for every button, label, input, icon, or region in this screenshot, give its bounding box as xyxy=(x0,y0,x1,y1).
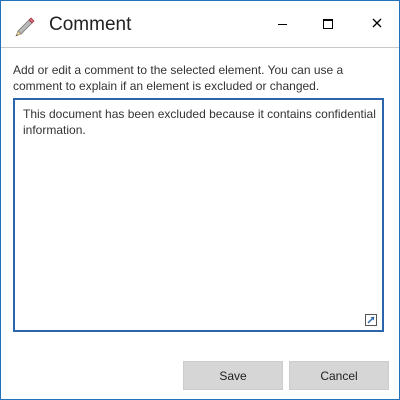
title-bar[interactable]: Comment xyxy=(1,1,399,47)
dialog-title: Comment xyxy=(49,14,132,35)
comment-textarea[interactable]: This document has been excluded because … xyxy=(13,98,384,332)
expand-icon[interactable] xyxy=(365,313,377,326)
save-button[interactable]: Save xyxy=(183,361,283,390)
pencil-icon xyxy=(13,13,37,37)
comment-dialog: Comment Add or edit a comment to the sel… xyxy=(0,0,400,400)
close-button[interactable] xyxy=(362,9,392,39)
minimize-icon xyxy=(277,23,287,25)
instructions-text: Add or edit a comment to the selected el… xyxy=(13,63,344,93)
maximize-button[interactable] xyxy=(313,9,343,39)
close-icon xyxy=(372,15,382,33)
cancel-button[interactable]: Cancel xyxy=(289,361,389,390)
minimize-button[interactable] xyxy=(267,9,297,39)
title-divider xyxy=(1,47,399,48)
maximize-icon xyxy=(323,19,333,29)
comment-value[interactable]: This document has been excluded because … xyxy=(23,106,379,138)
